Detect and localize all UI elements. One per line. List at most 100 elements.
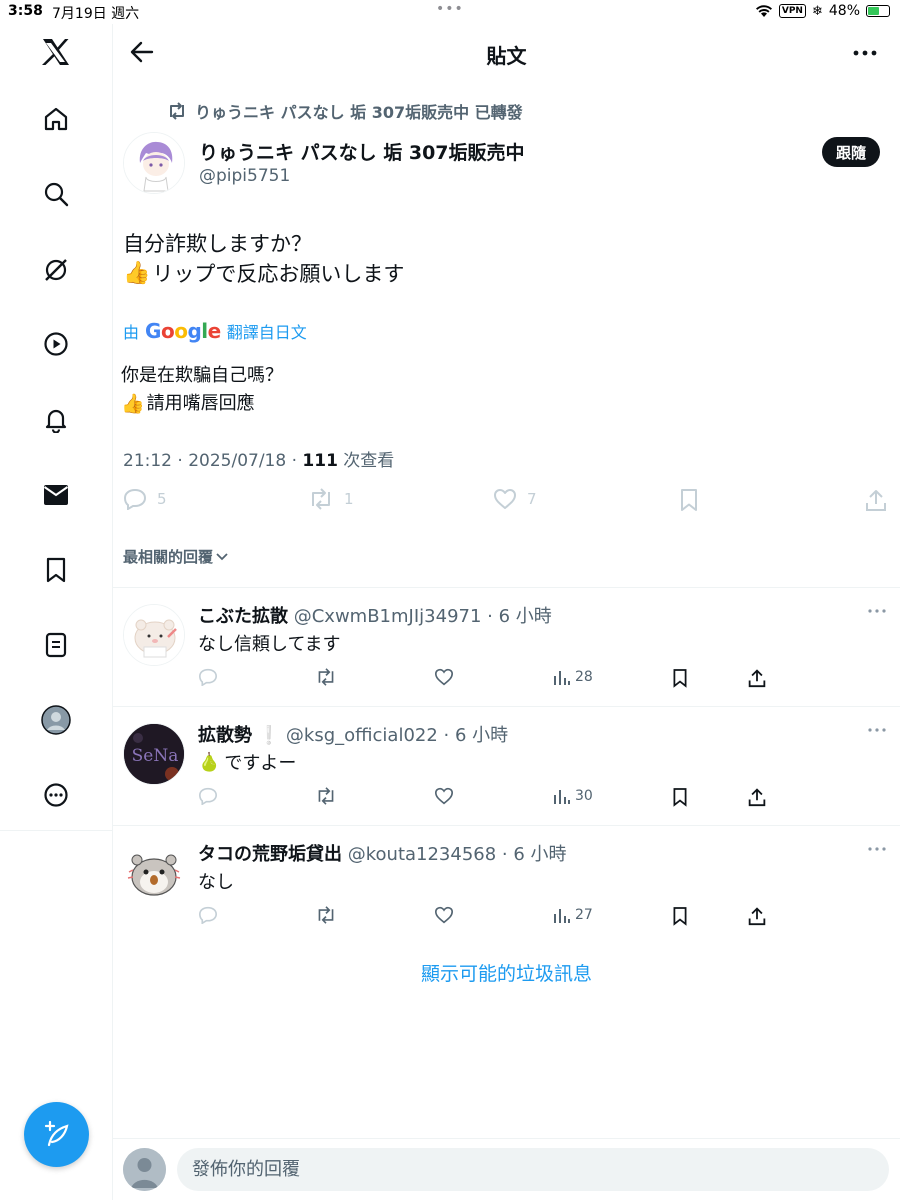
show-spam-link[interactable]: 顯示可能的垃圾訊息 [113, 959, 900, 986]
compose-post-icon [44, 1120, 68, 1146]
translate-prefix: 由 [123, 323, 140, 342]
reply-views-button[interactable]: 28 [553, 668, 593, 686]
translation-attribution[interactable]: 由 Google 翻譯自日文 [123, 319, 307, 343]
like-button[interactable]: 7 [493, 488, 537, 510]
exclamation-icon: ❕ [257, 725, 281, 746]
reply-author-name[interactable]: 拡散勢 [198, 725, 252, 746]
reply-text: 🍐 ですよー [198, 749, 296, 775]
notifications-icon[interactable] [40, 404, 72, 436]
translated-line: 👍 請用嘴唇回應 [121, 390, 283, 418]
translated-line-2: 請用嘴唇回應 [146, 393, 255, 414]
translated-line: 你是在欺騙自己嗎？ [121, 365, 283, 386]
more-options-icon[interactable] [850, 38, 880, 68]
reply-bookmark-button[interactable] [672, 787, 688, 807]
status-bar: 3:58 7月19日 週六 ••• VPN ❄ 48% [0, 0, 900, 24]
chevron-down-icon [216, 552, 228, 560]
messages-icon[interactable] [40, 479, 72, 511]
bookmark-icon [673, 669, 687, 688]
reply-bookmark-button[interactable] [672, 668, 688, 688]
reply-header: タコの荒野垢貸出 @kouta1234568 · 6 小時 [198, 840, 567, 866]
reply-like-button[interactable] [434, 906, 454, 924]
author-handle[interactable]: @pipi5751 [199, 166, 290, 186]
reply-more-icon[interactable] [866, 842, 888, 856]
reply-comment-button[interactable] [198, 906, 218, 924]
reply-share-button[interactable] [748, 787, 766, 807]
tweet-text: 自分詐欺しますか？ 👍 リップで反応お願いします [123, 229, 404, 289]
follow-button[interactable]: 跟隨 [821, 137, 880, 167]
grok-icon[interactable] [40, 254, 72, 286]
heart-icon [434, 668, 454, 686]
reply-author-handle[interactable]: @CxwmB1mJIj34971 · 6 小時 [294, 606, 552, 627]
top-bar: 貼文 [113, 24, 900, 82]
post-timestamp[interactable]: 21:12 · 2025/07/18 · [123, 451, 302, 471]
views-label: 次查看 [337, 451, 395, 471]
bookmark-icon [673, 907, 687, 926]
share-button[interactable] [865, 488, 887, 512]
reply-item[interactable]: SeNa 拡散勢 ❕ @ksg_official022 · 6 小時 🍐 ですよー… [113, 707, 900, 825]
page-title: 貼文 [486, 44, 527, 68]
battery-percent: 48% [828, 3, 860, 19]
repost-button[interactable]: 1 [308, 488, 354, 510]
repost-label: りゅうニキ パスなし 垢 307垢販売中 已轉發 [195, 103, 523, 122]
repost-icon [318, 787, 334, 805]
repost-icon [170, 102, 184, 120]
reply-like-button[interactable] [434, 668, 454, 686]
x-logo-icon[interactable] [40, 36, 72, 68]
reply-header: こぶた拡散 @CxwmB1mJIj34971 · 6 小時 [198, 602, 552, 628]
reply-more-icon[interactable] [866, 723, 888, 737]
post-meta: 21:12 · 2025/07/18 · 111 次查看 [123, 446, 394, 471]
reply-avatar[interactable]: SeNa [123, 723, 185, 785]
reply-share-button[interactable] [748, 668, 766, 688]
reply-like-button[interactable] [434, 787, 454, 805]
share-icon [748, 788, 766, 807]
multitask-dots-icon[interactable]: ••• [436, 1, 464, 17]
replies-sort-label: 最相關的回覆 [123, 548, 214, 566]
bookmark-button[interactable] [679, 488, 699, 512]
heart-icon [494, 489, 516, 509]
reply-views-button[interactable]: 27 [553, 906, 593, 924]
status-right: VPN ❄ 48% [755, 3, 890, 19]
reply-author-name[interactable]: こぶた拡散 [198, 606, 288, 627]
bookmarks-icon[interactable] [40, 554, 72, 586]
author-name[interactable]: りゅうニキ パスなし 垢 307垢販売中 [199, 138, 525, 165]
reply-repost-button[interactable] [315, 906, 337, 924]
reply-share-button[interactable] [748, 906, 766, 926]
reply-header: 拡散勢 ❕ @ksg_official022 · 6 小時 [198, 721, 508, 747]
replies-sort-dropdown[interactable]: 最相關的回覆 [123, 546, 229, 567]
reply-repost-button[interactable] [315, 668, 337, 686]
reply-author-handle[interactable]: @ksg_official022 · 6 小時 [286, 725, 508, 746]
sidebar [0, 24, 113, 1200]
wifi-icon [755, 5, 772, 17]
reply-item[interactable]: タコの荒野垢貸出 @kouta1234568 · 6 小時 なし 27 [113, 826, 900, 944]
reply-comment-button[interactable] [198, 787, 218, 805]
reply-input[interactable] [177, 1148, 889, 1191]
reply-button[interactable]: 5 [123, 488, 167, 510]
reply-avatar[interactable] [123, 842, 185, 904]
author-avatar[interactable] [123, 132, 185, 194]
reply-author-handle[interactable]: @kouta1234568 · 6 小時 [348, 844, 567, 865]
lists-icon[interactable] [40, 629, 72, 661]
more-icon[interactable] [40, 779, 72, 811]
search-icon[interactable] [40, 178, 72, 210]
comment-icon [198, 668, 218, 686]
reply-item[interactable]: こぶた拡散 @CxwmB1mJIj34971 · 6 小時 なし信頼してます 2… [113, 588, 900, 706]
compose-avatar[interactable] [123, 1148, 166, 1191]
reply-comment-button[interactable] [198, 668, 218, 686]
repost-indicator[interactable]: りゅうニキ パスなし 垢 307垢販売中 已轉發 [167, 99, 523, 123]
reply-repost-button[interactable] [315, 787, 337, 805]
share-icon [748, 907, 766, 926]
reply-more-icon[interactable] [866, 604, 888, 618]
reply-author-name[interactable]: タコの荒野垢貸出 [198, 844, 342, 865]
translate-suffix: 翻譯自日文 [226, 323, 307, 342]
video-icon[interactable] [40, 328, 72, 360]
comment-icon [198, 906, 218, 924]
reply-compose-bar [113, 1138, 900, 1200]
tweet-text-line: 自分詐欺しますか？ [123, 232, 312, 256]
home-icon[interactable] [40, 103, 72, 135]
views-count: 111 [302, 451, 338, 471]
profile-icon[interactable] [40, 704, 72, 736]
reply-views-button[interactable]: 30 [553, 787, 593, 805]
reply-bookmark-button[interactable] [672, 906, 688, 926]
reply-avatar[interactable] [123, 604, 185, 666]
compose-post-button[interactable] [24, 1102, 89, 1167]
